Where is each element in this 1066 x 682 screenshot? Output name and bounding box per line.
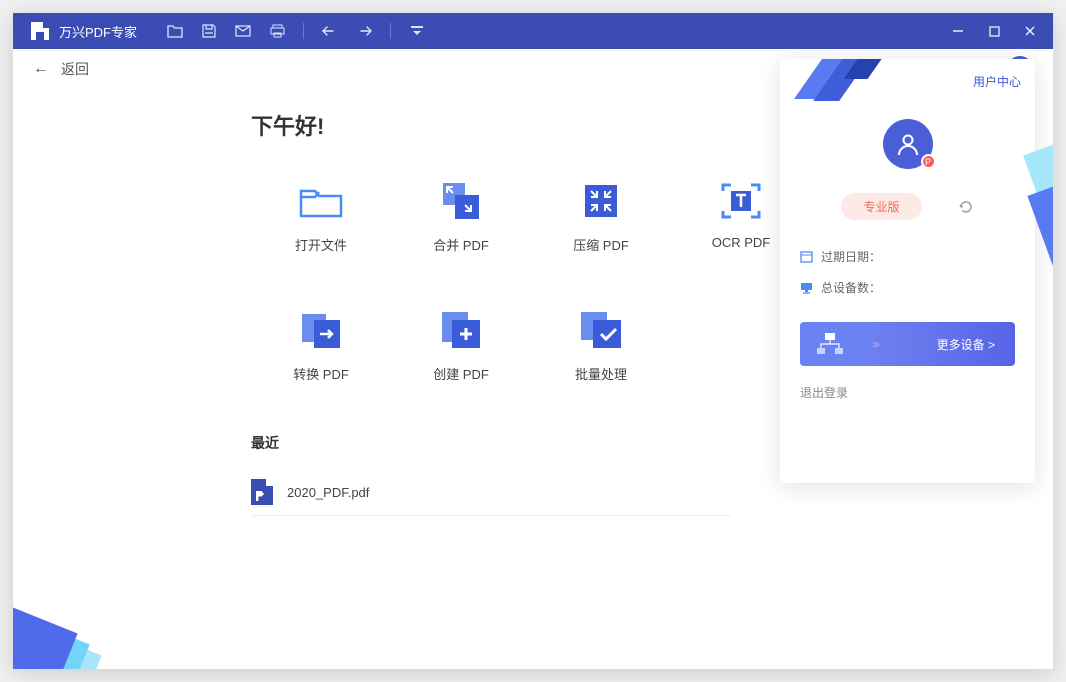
close-button[interactable] xyxy=(1023,24,1037,38)
app-window: 万兴PDF专家 xyxy=(13,13,1053,669)
panel-decoration xyxy=(808,59,888,103)
undo-icon[interactable] xyxy=(322,23,338,39)
titlebar: 万兴PDF专家 xyxy=(13,13,1053,49)
toolbar-icons xyxy=(167,23,425,39)
panel-header: 用户中心 xyxy=(780,59,1035,103)
mail-icon[interactable] xyxy=(235,23,251,39)
action-label: 压缩 PDF xyxy=(573,235,629,254)
convert-icon xyxy=(297,310,345,350)
user-avatar-icon[interactable]: P xyxy=(883,119,933,169)
refresh-icon[interactable] xyxy=(958,199,974,215)
save-icon[interactable] xyxy=(201,23,217,39)
pro-badge-icon: P xyxy=(921,154,936,169)
badge-row: 专业版 xyxy=(780,193,1035,220)
back-label: 返回 xyxy=(61,59,89,79)
redo-icon[interactable] xyxy=(356,23,372,39)
file-name: 2020_PDF.pdf xyxy=(287,485,369,500)
app-logo-icon xyxy=(31,22,49,40)
compress-icon xyxy=(577,181,625,221)
account-info-list: 过期日期： 总设备数： xyxy=(780,220,1035,296)
back-arrow-icon: ← xyxy=(33,60,49,78)
folder-open-icon xyxy=(297,181,345,221)
device-label: 总设备数： xyxy=(821,279,881,296)
action-create-pdf[interactable]: 创建 PDF xyxy=(391,310,531,383)
avatar-container: P xyxy=(780,119,1035,169)
more-devices-label: 更多设备 > xyxy=(937,336,995,353)
maximize-button[interactable] xyxy=(987,24,1001,38)
pdf-file-icon xyxy=(251,479,273,505)
merge-icon xyxy=(437,181,485,221)
corner-decoration-bl xyxy=(13,549,113,669)
ocr-icon xyxy=(717,181,765,221)
action-convert-pdf[interactable]: 转换 PDF xyxy=(251,310,391,383)
action-label: 打开文件 xyxy=(295,235,347,254)
app-title: 万兴PDF专家 xyxy=(59,22,137,41)
pro-version-badge[interactable]: 专业版 xyxy=(841,193,921,220)
menu-dropdown-icon[interactable] xyxy=(409,23,425,39)
print-icon[interactable] xyxy=(269,23,285,39)
action-compress-pdf[interactable]: 压缩 PDF xyxy=(531,181,671,254)
action-label: 批量处理 xyxy=(575,364,627,383)
user-center-link[interactable]: 用户中心 xyxy=(973,73,1021,90)
create-icon xyxy=(437,310,485,350)
action-label: 合并 PDF xyxy=(433,235,489,254)
logout-button[interactable]: 退出登录 xyxy=(780,366,1035,419)
device-count-row: 总设备数： xyxy=(800,279,1015,296)
separator xyxy=(303,23,304,39)
action-merge-pdf[interactable]: 合并 PDF xyxy=(391,181,531,254)
action-label: 创建 PDF xyxy=(433,364,489,383)
calendar-icon xyxy=(800,250,813,263)
batch-icon xyxy=(577,310,625,350)
action-open-file[interactable]: 打开文件 xyxy=(251,181,391,254)
recent-file-item[interactable]: 2020_PDF.pdf xyxy=(251,469,731,516)
chevrons-icon: ››› xyxy=(872,337,878,351)
minimize-button[interactable] xyxy=(951,24,965,38)
action-label: 转换 PDF xyxy=(293,364,349,383)
action-batch-process[interactable]: 批量处理 xyxy=(531,310,671,383)
open-folder-icon[interactable] xyxy=(167,23,183,39)
more-devices-button[interactable]: ››› 更多设备 > xyxy=(800,322,1015,366)
window-controls xyxy=(951,24,1045,38)
separator xyxy=(390,23,391,39)
back-button[interactable]: ← 返回 xyxy=(33,59,89,79)
expiry-date-row: 过期日期： xyxy=(800,248,1015,265)
monitor-icon xyxy=(800,281,813,294)
devices-network-icon xyxy=(800,322,860,366)
action-label: OCR PDF xyxy=(712,235,771,250)
expiry-label: 过期日期： xyxy=(821,248,881,265)
user-panel: 用户中心 P 专业版 过期日期： xyxy=(780,59,1035,483)
